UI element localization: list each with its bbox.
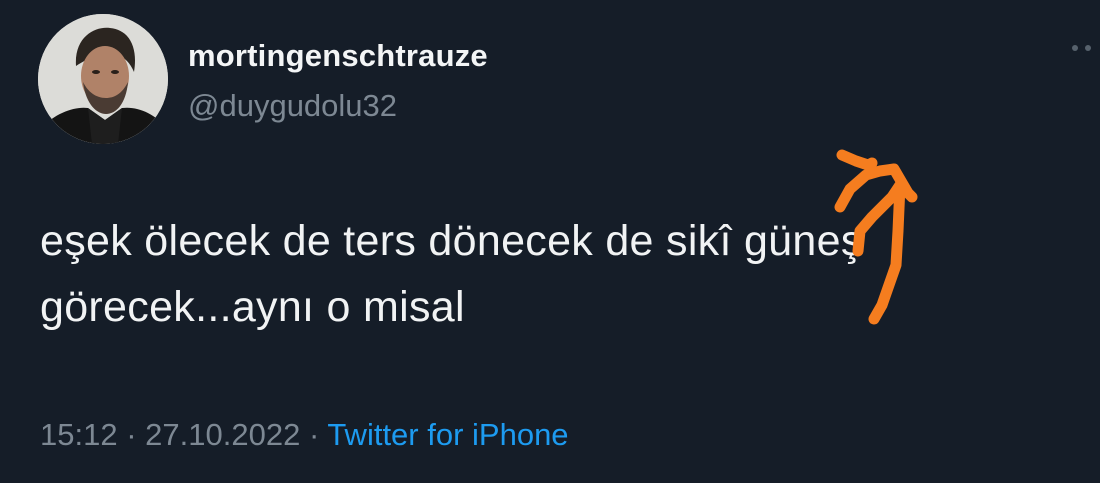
meta-separator: ·	[126, 417, 137, 452]
tweet-text: eşek ölecek de ters dönecek de sikî güne…	[40, 208, 1085, 340]
tweet-date[interactable]: 27.10.2022	[145, 417, 300, 452]
tweet-time: 15:12	[40, 417, 118, 452]
avatar-photo	[38, 14, 168, 144]
more-dot	[1085, 45, 1091, 51]
tweet-text-line-2: görecek...aynı o misal	[40, 283, 465, 331]
more-options-icon[interactable]	[1072, 45, 1091, 51]
tweet-meta: 15:12 · 27.10.2022 · Twitter for iPhone	[40, 417, 569, 453]
avatar[interactable]	[38, 14, 168, 144]
display-name[interactable]: mortingenschtrauze	[188, 38, 488, 74]
tweet-text-line-1: eşek ölecek de ters dönecek de sikî güne…	[40, 217, 863, 265]
tweet-card: mortingenschtrauze @duygudolu32 eşek öle…	[0, 0, 1100, 483]
more-dot	[1072, 45, 1078, 51]
tweet-source-link[interactable]: Twitter for iPhone	[327, 417, 568, 452]
meta-separator: ·	[308, 417, 320, 452]
user-handle[interactable]: @duygudolu32	[188, 88, 397, 124]
